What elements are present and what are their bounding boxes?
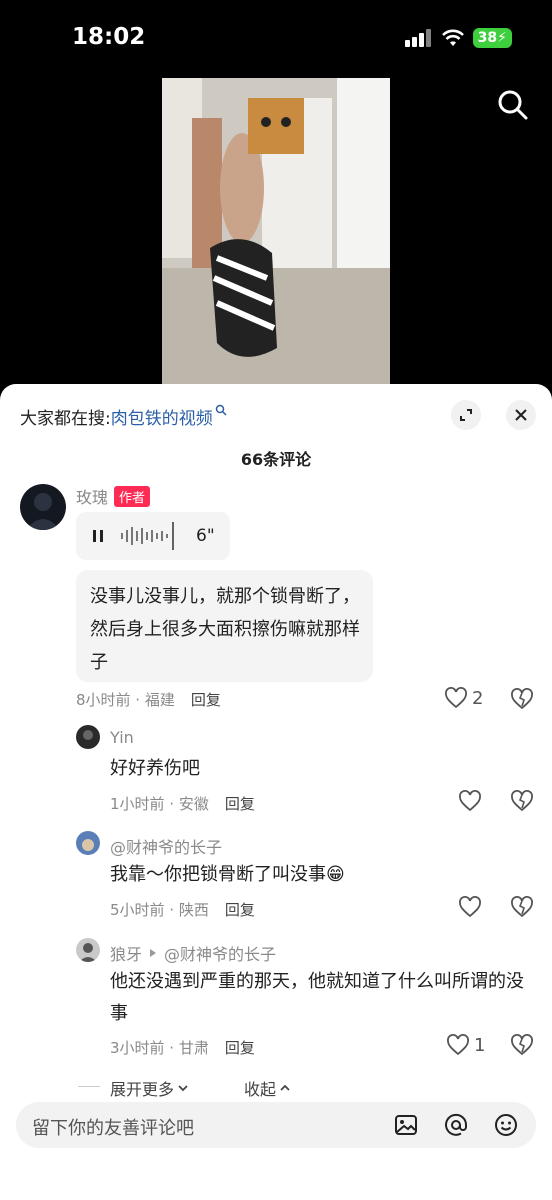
- reply-button[interactable]: 回复: [191, 691, 221, 709]
- close-icon: [515, 409, 527, 421]
- like-button[interactable]: 2: [444, 687, 483, 709]
- voice-duration: 6": [196, 526, 215, 546]
- reply-meta: 3小时前 · 甘肃 回复: [110, 1037, 255, 1058]
- signal-icon: [404, 29, 431, 47]
- trending-search[interactable]: 大家都在搜:肉包铁的视频: [20, 404, 227, 429]
- heart-icon: [445, 687, 467, 709]
- like-button[interactable]: [458, 790, 482, 816]
- emoji-icon[interactable]: [494, 1113, 518, 1137]
- collapse-label: 收起: [244, 1080, 277, 1099]
- collapse-button[interactable]: 收起: [244, 1076, 291, 1100]
- comment-author-row: 玫瑰 作者: [76, 484, 151, 508]
- mention-icon[interactable]: [444, 1113, 468, 1137]
- comment-meta: 8小时前 · 福建 回复: [76, 689, 221, 710]
- dislike-button[interactable]: [510, 1034, 534, 1060]
- avatar-image: [76, 938, 100, 962]
- chevron-down-icon: [178, 1085, 188, 1092]
- reply-time-location: 3小时前 · 甘肃: [110, 1039, 209, 1057]
- reply-button[interactable]: 回复: [225, 795, 255, 813]
- expand-icon: [460, 409, 472, 421]
- search-icon: [498, 90, 528, 120]
- reply-button[interactable]: 回复: [225, 901, 255, 919]
- dislike-button[interactable]: [510, 896, 534, 922]
- comment-text: 没事儿没事儿，就那个锁骨断了，然后身上很多大面积擦伤嘛就那样子: [90, 586, 360, 673]
- voice-message[interactable]: 6": [76, 512, 230, 560]
- reply-avatar[interactable]: [76, 938, 100, 962]
- battery-indicator: 38⚡: [472, 28, 512, 48]
- search-button[interactable]: [496, 88, 530, 122]
- comment-sheet: 大家都在搜:肉包铁的视频 66条评论 玫瑰 作者 6" 没事儿没事儿，就那个锁骨…: [0, 384, 552, 1200]
- trending-search-prefix: 大家都在搜:: [20, 409, 111, 429]
- image-icon[interactable]: [394, 1113, 418, 1137]
- reply-to-author[interactable]: @财神爷的长子: [164, 941, 276, 965]
- heart-icon: [459, 790, 481, 812]
- reply-time-location: 1小时前 · 安徽: [110, 795, 209, 813]
- comment-input-placeholder: 留下你的友善评论吧: [32, 1118, 194, 1139]
- like-count: 1: [474, 1034, 486, 1056]
- status-icons: 38⚡: [404, 28, 512, 48]
- broken-heart-icon: [511, 790, 533, 812]
- status-time: 18:02: [72, 24, 146, 50]
- avatar-image: [76, 831, 100, 855]
- pause-icon: [93, 530, 103, 542]
- heart-icon: [447, 1034, 469, 1056]
- comment-time-location: 8小时前 · 福建: [76, 691, 175, 709]
- like-count: 2: [472, 687, 484, 709]
- divider: [78, 1086, 100, 1087]
- reply-meta: 1小时前 · 安徽 回复: [110, 793, 255, 814]
- waveform-icon: [121, 522, 174, 550]
- wifi-icon: [441, 29, 464, 46]
- reply-author[interactable]: 狼牙: [110, 941, 142, 965]
- like-button[interactable]: [458, 896, 482, 922]
- reply-text: 好好养伤吧: [110, 758, 200, 779]
- trending-search-link[interactable]: 肉包铁的视频: [111, 409, 213, 429]
- comment-input[interactable]: 留下你的友善评论吧: [16, 1102, 536, 1148]
- avatar-image: [76, 725, 100, 749]
- reply-text: 我靠～你把锁骨断了叫没事😁: [110, 864, 345, 885]
- broken-heart-icon: [511, 1034, 533, 1056]
- reply-avatar[interactable]: [76, 725, 100, 749]
- reply-meta: 5小时前 · 陕西 回复: [110, 899, 255, 920]
- chevron-up-icon: [280, 1084, 290, 1091]
- broken-heart-icon: [511, 688, 533, 710]
- video-frame-image: [162, 78, 390, 384]
- reply-time-location: 5小时前 · 陕西: [110, 901, 209, 919]
- heart-icon: [459, 896, 481, 918]
- close-button[interactable]: [506, 400, 536, 430]
- author-badge: 作者: [114, 485, 151, 507]
- avatar-image: [20, 484, 66, 530]
- like-button[interactable]: 1: [446, 1034, 485, 1056]
- avatar[interactable]: [20, 484, 66, 530]
- dislike-button[interactable]: [510, 688, 534, 714]
- reply-text: 他还没遇到严重的那天，他就知道了什么叫所谓的没事: [110, 971, 524, 1024]
- comment-bubble: 没事儿没事儿，就那个锁骨断了，然后身上很多大面积擦伤嘛就那样子: [76, 570, 373, 682]
- expand-more-button[interactable]: 展开更多: [110, 1076, 189, 1100]
- reply-author[interactable]: Yin: [110, 728, 134, 747]
- video-thumbnail[interactable]: [162, 78, 390, 384]
- reply-author[interactable]: @财神爷的长子: [110, 834, 222, 858]
- expand-button[interactable]: [451, 400, 481, 430]
- expand-more-label: 展开更多: [110, 1080, 175, 1099]
- reply-avatar[interactable]: [76, 831, 100, 855]
- dislike-button[interactable]: [510, 790, 534, 816]
- comment-count: 66条评论: [240, 450, 312, 469]
- reply-arrow-icon: [150, 949, 157, 957]
- reply-author-row: 狼牙 @财神爷的长子: [110, 941, 276, 965]
- small-search-icon: [215, 404, 227, 416]
- broken-heart-icon: [511, 896, 533, 918]
- comment-author[interactable]: 玫瑰: [76, 484, 108, 508]
- reply-button[interactable]: 回复: [225, 1039, 255, 1057]
